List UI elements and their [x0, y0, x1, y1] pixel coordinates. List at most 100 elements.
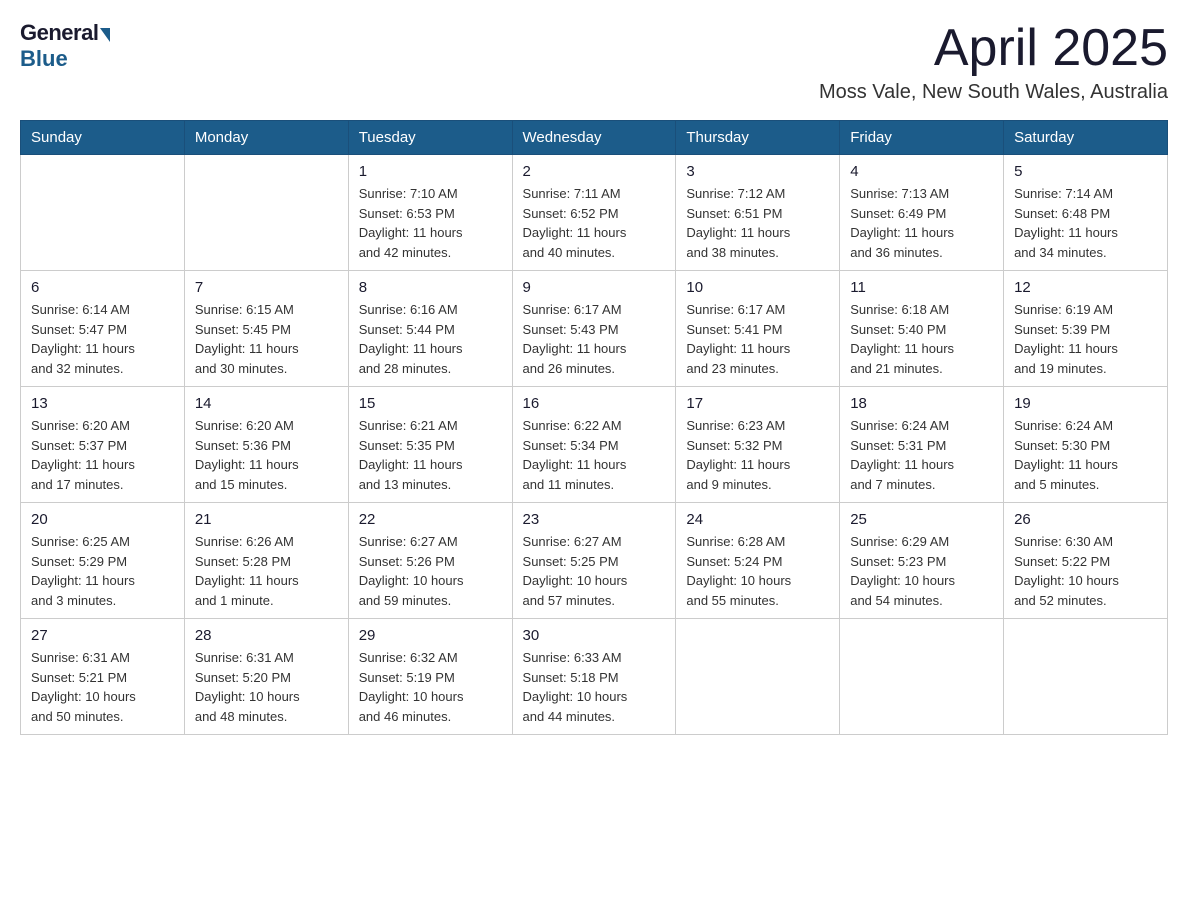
day-info: Sunrise: 6:32 AMSunset: 5:19 PMDaylight:…	[359, 648, 502, 726]
calendar-cell: 17 Sunrise: 6:23 AMSunset: 5:32 PMDayligh…	[676, 387, 840, 503]
calendar-cell	[840, 619, 1004, 735]
column-header-saturday: Saturday	[1004, 121, 1168, 155]
day-info: Sunrise: 6:27 AMSunset: 5:25 PMDaylight:…	[523, 532, 666, 610]
day-number: 17	[686, 395, 829, 412]
day-number: 2	[523, 163, 666, 180]
day-number: 24	[686, 511, 829, 528]
day-info: Sunrise: 6:22 AMSunset: 5:34 PMDaylight:…	[523, 416, 666, 494]
week-row-3: 13 Sunrise: 6:20 AMSunset: 5:37 PMDayligh…	[21, 387, 1168, 503]
day-info: Sunrise: 6:19 AMSunset: 5:39 PMDaylight:…	[1014, 300, 1157, 378]
day-number: 12	[1014, 279, 1157, 296]
day-info: Sunrise: 6:17 AMSunset: 5:43 PMDaylight:…	[523, 300, 666, 378]
day-number: 9	[523, 279, 666, 296]
week-row-5: 27Sunrise: 6:31 AMSunset: 5:21 PMDayligh…	[21, 619, 1168, 735]
day-info: Sunrise: 6:15 AMSunset: 5:45 PMDaylight:…	[195, 300, 338, 378]
column-header-tuesday: Tuesday	[348, 121, 512, 155]
calendar-cell: 5 Sunrise: 7:14 AMSunset: 6:48 PMDaylight…	[1004, 155, 1168, 271]
day-number: 25	[850, 511, 993, 528]
day-number: 20	[31, 511, 174, 528]
calendar-cell: 22 Sunrise: 6:27 AMSunset: 5:26 PMDayligh…	[348, 503, 512, 619]
day-number: 21	[195, 511, 338, 528]
day-number: 7	[195, 279, 338, 296]
day-number: 16	[523, 395, 666, 412]
calendar-cell: 29Sunrise: 6:32 AMSunset: 5:19 PMDayligh…	[348, 619, 512, 735]
calendar-cell: 25Sunrise: 6:29 AMSunset: 5:23 PMDayligh…	[840, 503, 1004, 619]
page-header: General Blue April 2025 Moss Vale, New S…	[20, 20, 1168, 104]
header-row: SundayMondayTuesdayWednesdayThursdayFrid…	[21, 121, 1168, 155]
day-info: Sunrise: 6:23 AMSunset: 5:32 PMDaylight:…	[686, 416, 829, 494]
day-info: Sunrise: 7:12 AMSunset: 6:51 PMDaylight:…	[686, 184, 829, 262]
calendar-cell: 15 Sunrise: 6:21 AMSunset: 5:35 PMDayligh…	[348, 387, 512, 503]
calendar-body: 1 Sunrise: 7:10 AMSunset: 6:53 PMDaylight…	[21, 155, 1168, 735]
calendar-cell: 28 Sunrise: 6:31 AMSunset: 5:20 PMDayligh…	[184, 619, 348, 735]
day-info: Sunrise: 7:10 AMSunset: 6:53 PMDaylight:…	[359, 184, 502, 262]
day-number: 13	[31, 395, 174, 412]
day-info: Sunrise: 7:14 AMSunset: 6:48 PMDaylight:…	[1014, 184, 1157, 262]
calendar-cell: 21 Sunrise: 6:26 AMSunset: 5:28 PMDayligh…	[184, 503, 348, 619]
calendar-cell: 11Sunrise: 6:18 AMSunset: 5:40 PMDayligh…	[840, 271, 1004, 387]
day-info: Sunrise: 6:25 AMSunset: 5:29 PMDaylight:…	[31, 532, 174, 610]
calendar-cell: 7 Sunrise: 6:15 AMSunset: 5:45 PMDaylight…	[184, 271, 348, 387]
day-info: Sunrise: 6:27 AMSunset: 5:26 PMDaylight:…	[359, 532, 502, 610]
day-info: Sunrise: 6:31 AMSunset: 5:21 PMDaylight:…	[31, 648, 174, 726]
title-section: April 2025 Moss Vale, New South Wales, A…	[819, 20, 1168, 104]
week-row-2: 6 Sunrise: 6:14 AMSunset: 5:47 PMDaylight…	[21, 271, 1168, 387]
day-number: 6	[31, 279, 174, 296]
day-number: 10	[686, 279, 829, 296]
calendar-cell: 2 Sunrise: 7:11 AMSunset: 6:52 PMDaylight…	[512, 155, 676, 271]
day-info: Sunrise: 6:21 AMSunset: 5:35 PMDaylight:…	[359, 416, 502, 494]
day-number: 8	[359, 279, 502, 296]
calendar-cell: 16 Sunrise: 6:22 AMSunset: 5:34 PMDayligh…	[512, 387, 676, 503]
day-info: Sunrise: 6:24 AMSunset: 5:30 PMDaylight:…	[1014, 416, 1157, 494]
logo-general-text: General	[20, 20, 98, 46]
calendar-cell: 20 Sunrise: 6:25 AMSunset: 5:29 PMDayligh…	[21, 503, 185, 619]
day-info: Sunrise: 7:13 AMSunset: 6:49 PMDaylight:…	[850, 184, 993, 262]
day-info: Sunrise: 6:24 AMSunset: 5:31 PMDaylight:…	[850, 416, 993, 494]
calendar-cell: 24 Sunrise: 6:28 AMSunset: 5:24 PMDayligh…	[676, 503, 840, 619]
day-number: 3	[686, 163, 829, 180]
calendar-cell: 18 Sunrise: 6:24 AMSunset: 5:31 PMDayligh…	[840, 387, 1004, 503]
day-info: Sunrise: 7:11 AMSunset: 6:52 PMDaylight:…	[523, 184, 666, 262]
calendar-cell: 9 Sunrise: 6:17 AMSunset: 5:43 PMDaylight…	[512, 271, 676, 387]
day-number: 22	[359, 511, 502, 528]
column-header-monday: Monday	[184, 121, 348, 155]
logo: General Blue	[20, 20, 110, 72]
calendar-cell: 1 Sunrise: 7:10 AMSunset: 6:53 PMDaylight…	[348, 155, 512, 271]
calendar-cell: 3 Sunrise: 7:12 AMSunset: 6:51 PMDaylight…	[676, 155, 840, 271]
day-info: Sunrise: 6:31 AMSunset: 5:20 PMDaylight:…	[195, 648, 338, 726]
calendar-cell: 8 Sunrise: 6:16 AMSunset: 5:44 PMDaylight…	[348, 271, 512, 387]
day-number: 1	[359, 163, 502, 180]
day-number: 5	[1014, 163, 1157, 180]
day-number: 30	[523, 627, 666, 644]
day-info: Sunrise: 6:28 AMSunset: 5:24 PMDaylight:…	[686, 532, 829, 610]
day-number: 28	[195, 627, 338, 644]
calendar-cell: 6 Sunrise: 6:14 AMSunset: 5:47 PMDaylight…	[21, 271, 185, 387]
calendar-table: SundayMondayTuesdayWednesdayThursdayFrid…	[20, 120, 1168, 735]
day-info: Sunrise: 6:20 AMSunset: 5:37 PMDaylight:…	[31, 416, 174, 494]
column-header-friday: Friday	[840, 121, 1004, 155]
calendar-cell: 30 Sunrise: 6:33 AMSunset: 5:18 PMDayligh…	[512, 619, 676, 735]
week-row-1: 1 Sunrise: 7:10 AMSunset: 6:53 PMDaylight…	[21, 155, 1168, 271]
day-number: 11	[850, 279, 993, 296]
calendar-cell: 13 Sunrise: 6:20 AMSunset: 5:37 PMDayligh…	[21, 387, 185, 503]
day-info: Sunrise: 6:26 AMSunset: 5:28 PMDaylight:…	[195, 532, 338, 610]
day-number: 18	[850, 395, 993, 412]
calendar-cell: 27Sunrise: 6:31 AMSunset: 5:21 PMDayligh…	[21, 619, 185, 735]
calendar-cell	[676, 619, 840, 735]
calendar-cell: 10Sunrise: 6:17 AMSunset: 5:41 PMDayligh…	[676, 271, 840, 387]
column-header-wednesday: Wednesday	[512, 121, 676, 155]
calendar-cell: 26Sunrise: 6:30 AMSunset: 5:22 PMDayligh…	[1004, 503, 1168, 619]
day-number: 19	[1014, 395, 1157, 412]
logo-blue-text: Blue	[20, 46, 68, 72]
day-info: Sunrise: 6:20 AMSunset: 5:36 PMDaylight:…	[195, 416, 338, 494]
calendar-cell: 12 Sunrise: 6:19 AMSunset: 5:39 PMDayligh…	[1004, 271, 1168, 387]
day-info: Sunrise: 6:14 AMSunset: 5:47 PMDaylight:…	[31, 300, 174, 378]
column-header-sunday: Sunday	[21, 121, 185, 155]
day-number: 15	[359, 395, 502, 412]
calendar-cell	[1004, 619, 1168, 735]
day-info: Sunrise: 6:16 AMSunset: 5:44 PMDaylight:…	[359, 300, 502, 378]
day-info: Sunrise: 6:33 AMSunset: 5:18 PMDaylight:…	[523, 648, 666, 726]
calendar-cell: 19 Sunrise: 6:24 AMSunset: 5:30 PMDayligh…	[1004, 387, 1168, 503]
day-number: 23	[523, 511, 666, 528]
location: Moss Vale, New South Wales, Australia	[819, 81, 1168, 104]
